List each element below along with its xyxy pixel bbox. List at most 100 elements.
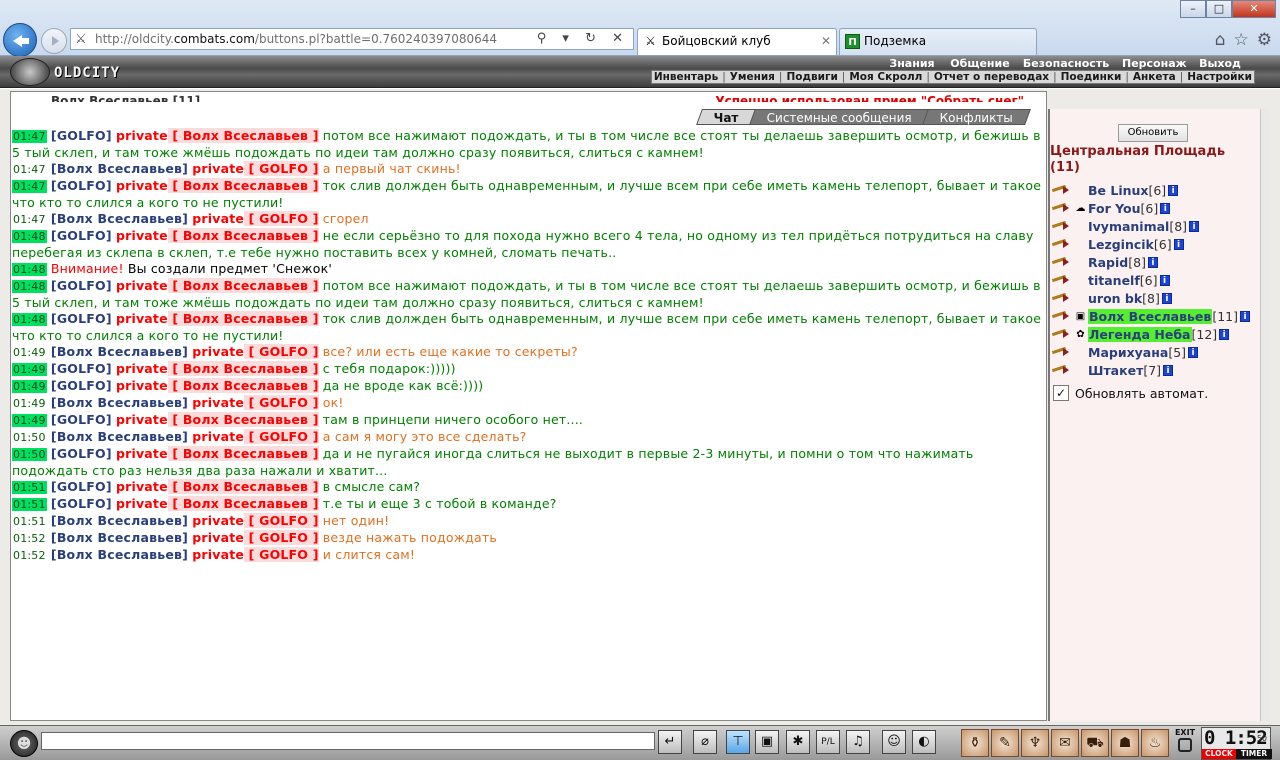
menu-item-sub[interactable]: Умения bbox=[730, 71, 775, 83]
chat-sender[interactable]: [Волх Всеславьев] bbox=[51, 161, 188, 176]
private-label[interactable]: private [ GOLFO ] bbox=[192, 530, 319, 545]
target-name[interactable]: GOLFO bbox=[259, 344, 308, 359]
private-target[interactable]: [ Волх Всеславьев ] bbox=[167, 378, 319, 393]
address-tools-icons[interactable]: ⚲ ▾ ↻ ✕ bbox=[537, 31, 629, 46]
menu-item-top[interactable]: Знания bbox=[878, 57, 946, 70]
sender-name[interactable]: GOLFO bbox=[57, 278, 106, 293]
chat-tool-button[interactable]: ↵ bbox=[658, 730, 682, 754]
chat-time[interactable]: 01:51 bbox=[12, 498, 47, 511]
sender-name[interactable]: Волх Всеславьев bbox=[57, 395, 182, 410]
private-label[interactable]: private [ Волх Всеславьев ] bbox=[116, 278, 319, 293]
window-close-button[interactable]: ✕ bbox=[1232, 0, 1276, 18]
chat-tool-button[interactable]: ♫ bbox=[846, 730, 870, 754]
private-label[interactable]: private [ Волх Всеславьев ] bbox=[116, 178, 319, 193]
target-name[interactable]: Волх Всеславьев bbox=[183, 178, 308, 193]
chat-sender[interactable]: [GOLFO] bbox=[51, 496, 112, 511]
sender-name[interactable]: GOLFO bbox=[57, 479, 106, 494]
chat-time[interactable]: 01:52 bbox=[12, 549, 47, 562]
menu-item-top[interactable]: Выход bbox=[1186, 57, 1254, 70]
sender-name[interactable]: Волх Всеславьев bbox=[57, 429, 182, 444]
target-name[interactable]: Волх Всеславьев bbox=[183, 412, 308, 427]
chat-sender[interactable]: [GOLFO] bbox=[51, 278, 112, 293]
private-target[interactable]: [ Волх Всеславьев ] bbox=[167, 311, 319, 326]
info-icon[interactable]: i bbox=[1159, 274, 1170, 286]
panel-scrollbar[interactable] bbox=[1260, 109, 1270, 721]
target-name[interactable]: GOLFO bbox=[259, 395, 308, 410]
action-button[interactable]: ♨ bbox=[1141, 729, 1169, 757]
private-target[interactable]: [ GOLFO ] bbox=[244, 513, 319, 528]
chat-sender[interactable]: [GOLFO] bbox=[51, 378, 112, 393]
private-label[interactable]: private [ Волх Всеславьев ] bbox=[116, 479, 319, 494]
sender-name[interactable]: GOLFO bbox=[57, 178, 106, 193]
chat-time[interactable]: 01:48 bbox=[12, 280, 47, 293]
tab-close-icon[interactable]: ✕ bbox=[821, 34, 831, 48]
private-label[interactable]: private [ Волх Всеславьев ] bbox=[116, 228, 319, 243]
user-name[interactable]: uron bk bbox=[1088, 291, 1142, 306]
info-icon[interactable]: i bbox=[1219, 328, 1230, 340]
user-name[interactable]: Волх Всеславьев bbox=[1088, 308, 1213, 324]
user-name[interactable]: Lezgincik bbox=[1088, 237, 1154, 252]
menu-item-top[interactable]: Безопасность bbox=[1014, 57, 1118, 70]
action-button[interactable]: ⚱ bbox=[961, 729, 989, 757]
private-target[interactable]: [ GOLFO ] bbox=[244, 530, 319, 545]
sender-name[interactable]: GOLFO bbox=[57, 361, 106, 376]
target-name[interactable]: GOLFO bbox=[259, 429, 308, 444]
private-target[interactable]: [ Волх Всеславьев ] bbox=[167, 128, 319, 143]
back-button[interactable] bbox=[3, 23, 37, 57]
target-name[interactable]: Волх Всеславьев bbox=[183, 228, 308, 243]
chat-tool-button[interactable]: ▣ bbox=[755, 730, 779, 754]
tab-combats[interactable]: ⚔ Бойцовский клуб ✕ bbox=[637, 28, 837, 55]
target-name[interactable]: GOLFO bbox=[259, 211, 308, 226]
chat-sender[interactable]: [Волх Всеславьев] bbox=[51, 429, 188, 444]
info-icon[interactable]: i bbox=[1160, 202, 1171, 214]
address-url[interactable]: http://oldcity.combats.com/buttons.pl?ba… bbox=[95, 32, 497, 46]
chat-sender[interactable]: [GOLFO] bbox=[51, 412, 112, 427]
sender-name[interactable]: Волх Всеславьев bbox=[57, 513, 182, 528]
chat-sender[interactable]: [Волх Всеславьев] bbox=[51, 513, 188, 528]
chat-sender[interactable]: [GOLFO] bbox=[51, 178, 112, 193]
chat-sender[interactable]: [Волх Всеславьев] bbox=[51, 547, 188, 562]
refresh-button[interactable]: Обновить bbox=[1118, 124, 1188, 142]
chat-time[interactable]: 01:47 bbox=[12, 213, 47, 226]
star-icon[interactable]: ☆ bbox=[1234, 30, 1249, 50]
private-label[interactable]: private [ Волх Всеславьев ] bbox=[116, 412, 319, 427]
private-arrow-icon[interactable] bbox=[1052, 309, 1074, 323]
menu-item-sub[interactable]: Анкета bbox=[1133, 71, 1176, 83]
menu-item-sub[interactable]: Моя Скролл bbox=[849, 71, 922, 83]
chat-sender[interactable]: [Волх Всеславьев] bbox=[51, 530, 188, 545]
sender-name[interactable]: GOLFO bbox=[57, 311, 106, 326]
private-label[interactable]: private [ GOLFO ] bbox=[192, 547, 319, 562]
chat-time[interactable]: 01:47 bbox=[12, 163, 47, 176]
chat-time[interactable]: 01:50 bbox=[12, 448, 47, 461]
chat-time[interactable]: 01:50 bbox=[12, 431, 47, 444]
private-arrow-icon[interactable] bbox=[1052, 291, 1074, 305]
target-name[interactable]: Волх Всеславьев bbox=[183, 361, 308, 376]
exit-button[interactable]: EXIT bbox=[1171, 728, 1199, 758]
target-name[interactable]: GOLFO bbox=[259, 161, 308, 176]
action-button[interactable]: ⛟ bbox=[1081, 729, 1109, 757]
chat-tool-button[interactable]: ⊤ bbox=[726, 730, 750, 754]
chat-time[interactable]: 01:48 bbox=[12, 230, 47, 243]
sender-name[interactable]: GOLFO bbox=[57, 128, 106, 143]
menu-item-sub[interactable]: Инвентарь bbox=[654, 71, 718, 83]
private-label[interactable]: private [ Волх Всеславьев ] bbox=[116, 446, 319, 461]
private-arrow-icon[interactable] bbox=[1052, 237, 1074, 251]
chat-tool-button[interactable]: ✱ bbox=[786, 730, 810, 754]
chat-time[interactable]: 01:49 bbox=[12, 363, 47, 376]
forward-button[interactable] bbox=[41, 28, 67, 54]
user-name[interactable]: Легенда Неба bbox=[1088, 326, 1192, 342]
chat-time[interactable]: 01:49 bbox=[12, 346, 47, 359]
chat-sender[interactable]: [GOLFO] bbox=[51, 361, 112, 376]
private-target[interactable]: [ GOLFO ] bbox=[244, 395, 319, 410]
chat-time[interactable]: 01:52 bbox=[12, 532, 47, 545]
chat-time[interactable]: 01:48 bbox=[12, 263, 47, 276]
chat-sender[interactable]: [GOLFO] bbox=[51, 128, 112, 143]
info-icon[interactable]: i bbox=[1239, 310, 1250, 322]
chat-mode-icon[interactable]: ☻ bbox=[10, 730, 38, 757]
sender-name[interactable]: Волх Всеславьев bbox=[57, 211, 182, 226]
private-target[interactable]: [ Волх Всеславьев ] bbox=[167, 479, 319, 494]
chat-input[interactable] bbox=[41, 732, 655, 750]
chat-time[interactable]: 01:48 bbox=[12, 313, 47, 326]
info-icon[interactable]: i bbox=[1163, 364, 1174, 376]
info-icon[interactable]: i bbox=[1189, 220, 1200, 232]
